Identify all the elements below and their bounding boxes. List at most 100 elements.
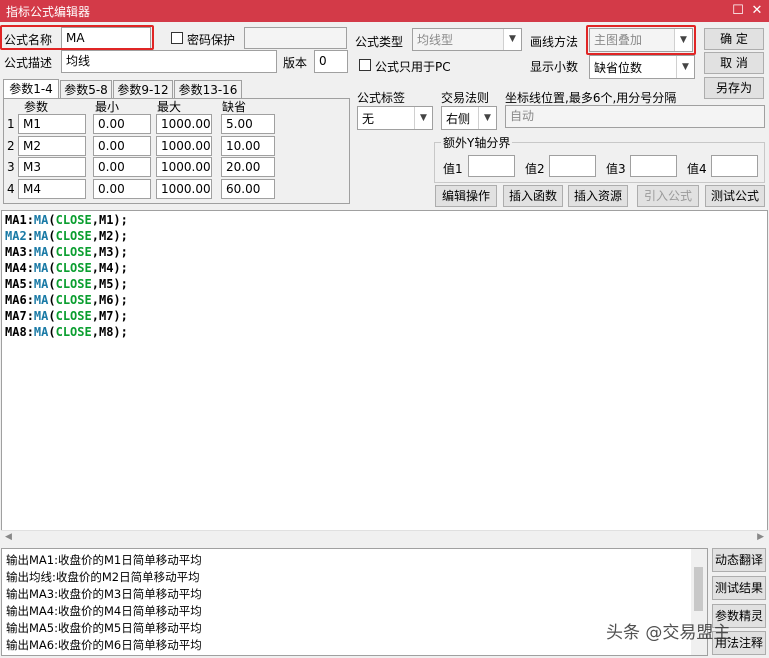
y-value-3-input[interactable] xyxy=(630,155,677,177)
code-param: M5 xyxy=(98,277,114,291)
formula-tag-value: 无 xyxy=(362,112,375,126)
version-label: 版本 xyxy=(283,56,308,70)
param-max-input[interactable]: 1000.00 xyxy=(156,136,212,156)
param-max-input[interactable]: 1000.00 xyxy=(156,157,212,177)
code-punct: : xyxy=(26,325,34,339)
code-punct: , xyxy=(91,309,99,323)
code-punct: ( xyxy=(48,309,56,323)
code-punct: ); xyxy=(113,309,128,323)
window-title: 指标公式编辑器 xyxy=(6,5,91,19)
pc-only-checkbox[interactable] xyxy=(359,59,371,71)
ok-button[interactable]: 确 定 xyxy=(704,28,764,50)
code-punct: , xyxy=(91,213,99,227)
code-param: M8 xyxy=(98,325,114,339)
y-value-2-input[interactable] xyxy=(549,155,596,177)
y-value-1-input[interactable] xyxy=(468,155,515,177)
password-input[interactable] xyxy=(244,27,347,49)
edit-ops-button[interactable]: 编辑操作 xyxy=(435,185,497,207)
code-punct: ); xyxy=(113,277,128,291)
formula-name-label: 公式名称 xyxy=(4,33,53,47)
chevron-down-icon: ▼ xyxy=(478,107,496,129)
code-param: M1 xyxy=(98,213,114,227)
restore-icon[interactable]: ☐ xyxy=(729,2,747,20)
code-punct: : xyxy=(26,261,34,275)
test-result-button[interactable]: 测试结果 xyxy=(712,576,766,600)
horizontal-scrollbar[interactable]: ◀ ▶ xyxy=(1,530,768,545)
y-value-2-label: 值2 xyxy=(525,162,545,176)
trade-rule-label: 交易法则 xyxy=(441,91,490,105)
param-max-input[interactable]: 1000.00 xyxy=(156,114,212,134)
param-name-input[interactable]: M2 xyxy=(18,136,86,156)
version-input[interactable]: 0 xyxy=(314,50,348,73)
trade-rule-select[interactable]: 右侧 ▼ xyxy=(441,106,497,130)
dynamic-translate-button[interactable]: 动态翻译 xyxy=(712,548,766,572)
param-name-input[interactable]: M3 xyxy=(18,157,86,177)
code-output-name: MA5 xyxy=(5,277,27,291)
param-default-input[interactable]: 10.00 xyxy=(221,136,275,156)
param-default-input[interactable]: 60.00 xyxy=(221,179,275,199)
formula-desc-input[interactable]: 均线 xyxy=(61,50,277,73)
insert-function-button[interactable]: 插入函数 xyxy=(503,185,563,207)
code-punct: ( xyxy=(48,245,56,259)
code-output-name: MA4 xyxy=(5,261,27,275)
save-as-button[interactable]: 另存为 xyxy=(704,77,764,99)
param-name-input[interactable]: M1 xyxy=(18,114,86,134)
code-param: M4 xyxy=(98,261,114,275)
code-output-name: MA8 xyxy=(5,325,27,339)
y-value-3-label: 值3 xyxy=(606,162,626,176)
param-min-input[interactable]: 0.00 xyxy=(93,114,151,134)
decimal-select[interactable]: 缺省位数 ▼ xyxy=(589,55,695,79)
code-keyword: CLOSE xyxy=(55,293,92,307)
param-max-input[interactable]: 1000.00 xyxy=(156,179,212,199)
chevron-down-icon: ▼ xyxy=(503,29,521,50)
code-editor[interactable]: MA1:MA(CLOSE,M1); MA2:MA(CLOSE,M2); MA3:MA… xyxy=(1,210,768,545)
param-name-input[interactable]: M4 xyxy=(18,179,86,199)
scroll-thumb[interactable] xyxy=(694,567,703,611)
tab-params-1-4[interactable]: 参数1-4 xyxy=(3,79,59,99)
code-punct: ); xyxy=(113,213,128,227)
code-line: MA2:MA(CLOSE,M2); xyxy=(5,228,128,244)
code-keyword: CLOSE xyxy=(55,325,92,339)
code-output-name: MA2 xyxy=(5,229,27,243)
tab-params-9-12[interactable]: 参数9-12 xyxy=(113,80,173,99)
test-formula-button[interactable]: 测试公式 xyxy=(705,185,765,207)
y-value-4-input[interactable] xyxy=(711,155,758,177)
code-function: MA xyxy=(33,261,49,275)
code-keyword: CLOSE xyxy=(55,213,92,227)
title-bar: 指标公式编辑器 ☐ ✕ xyxy=(0,0,769,22)
output-line: 输出MA4:收盘价的M4日简单移动平均 xyxy=(6,604,202,618)
scroll-right-icon[interactable]: ▶ xyxy=(757,532,764,542)
decimal-label: 显示小数 xyxy=(530,60,579,74)
coord-line-input[interactable]: 自动 xyxy=(505,105,765,128)
formula-type-value: 均线型 xyxy=(417,33,454,47)
formula-tag-select[interactable]: 无 ▼ xyxy=(357,106,433,130)
param-min-input[interactable]: 0.00 xyxy=(93,157,151,177)
code-punct: : xyxy=(26,293,34,307)
param-min-input[interactable]: 0.00 xyxy=(93,179,151,199)
tab-params-5-8[interactable]: 参数5-8 xyxy=(60,80,112,99)
output-pane: 输出MA1:收盘价的M1日简单移动平均 输出均线:收盘价的M2日简单移动平均 输… xyxy=(1,548,708,656)
code-punct: , xyxy=(91,325,99,339)
formula-type-select[interactable]: 均线型 ▼ xyxy=(412,28,522,51)
cancel-button[interactable]: 取 消 xyxy=(704,52,764,74)
param-row-index: 3 xyxy=(7,160,15,174)
tab-params-13-16[interactable]: 参数13-16 xyxy=(174,80,242,99)
formula-name-input[interactable]: MA xyxy=(61,27,151,49)
close-icon[interactable]: ✕ xyxy=(748,2,766,20)
import-formula-button[interactable]: 引入公式 xyxy=(637,185,699,207)
y-value-1-label: 值1 xyxy=(443,162,463,176)
insert-resource-button[interactable]: 插入资源 xyxy=(568,185,628,207)
code-function: MA xyxy=(33,293,49,307)
scroll-left-icon[interactable]: ◀ xyxy=(5,532,12,542)
draw-method-select[interactable]: 主图叠加 ▼ xyxy=(589,28,693,52)
code-punct: ( xyxy=(48,261,56,275)
param-default-input[interactable]: 5.00 xyxy=(221,114,275,134)
param-min-input[interactable]: 0.00 xyxy=(93,136,151,156)
param-default-input[interactable]: 20.00 xyxy=(221,157,275,177)
password-checkbox[interactable] xyxy=(171,32,183,44)
code-line: MA1:MA(CLOSE,M1); xyxy=(5,212,128,228)
chevron-down-icon: ▼ xyxy=(676,56,694,78)
code-punct: : xyxy=(26,229,34,243)
code-param: M3 xyxy=(98,245,114,259)
decimal-value: 缺省位数 xyxy=(594,61,643,75)
